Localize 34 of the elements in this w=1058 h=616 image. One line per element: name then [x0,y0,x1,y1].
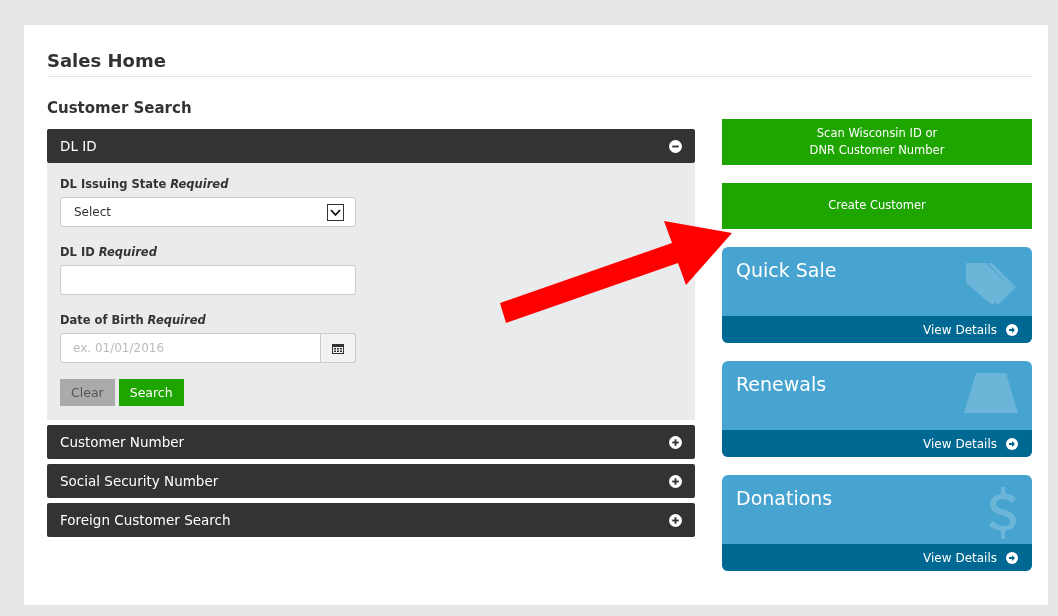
dollar-icon [988,487,1018,539]
view-details-link[interactable]: View Details [722,430,1032,457]
action-button[interactable]: Create Customer [722,183,1032,229]
date-field[interactable]: ex. 01/01/2016 [60,333,321,363]
arrow-circle-icon [1006,323,1018,336]
tile-title: Quick Sale [736,259,837,283]
arrow-circle-icon [1006,551,1018,564]
input-field[interactable] [60,265,356,295]
page-title: Sales Home [47,50,1032,77]
arrow-circle-icon [1006,437,1018,450]
field-label: Date of Birth Required [60,313,207,327]
plus-icon [669,513,682,527]
clear-button[interactable]: Clear [60,379,115,406]
field-label: DL Issuing State Required [60,177,230,191]
plus-icon [669,435,682,449]
calendar-icon [332,342,344,354]
accordion-header[interactable]: DL ID [47,129,695,163]
section-heading: Customer Search [47,99,193,117]
field-label: DL ID Required [60,245,158,259]
state-select[interactable]: Select [60,197,356,227]
accordion-header[interactable]: Social Security Number [47,464,695,498]
accordion-header[interactable]: Customer Number [47,425,695,459]
search-button[interactable]: Search [118,379,184,406]
road-icon [964,373,1018,413]
plus-icon [669,474,682,488]
accordion-header[interactable]: Foreign Customer Search [47,503,695,537]
tile-title: Renewals [736,373,827,397]
view-details-link[interactable]: View Details [722,316,1032,343]
tile-title: Donations [736,487,833,511]
minus-icon [669,139,682,153]
action-button[interactable]: Scan Wisconsin ID or DNR Customer Number [722,119,1032,165]
dropdown-icon [327,203,344,221]
view-details-link[interactable]: View Details [722,544,1032,571]
calendar-button[interactable] [321,333,356,363]
